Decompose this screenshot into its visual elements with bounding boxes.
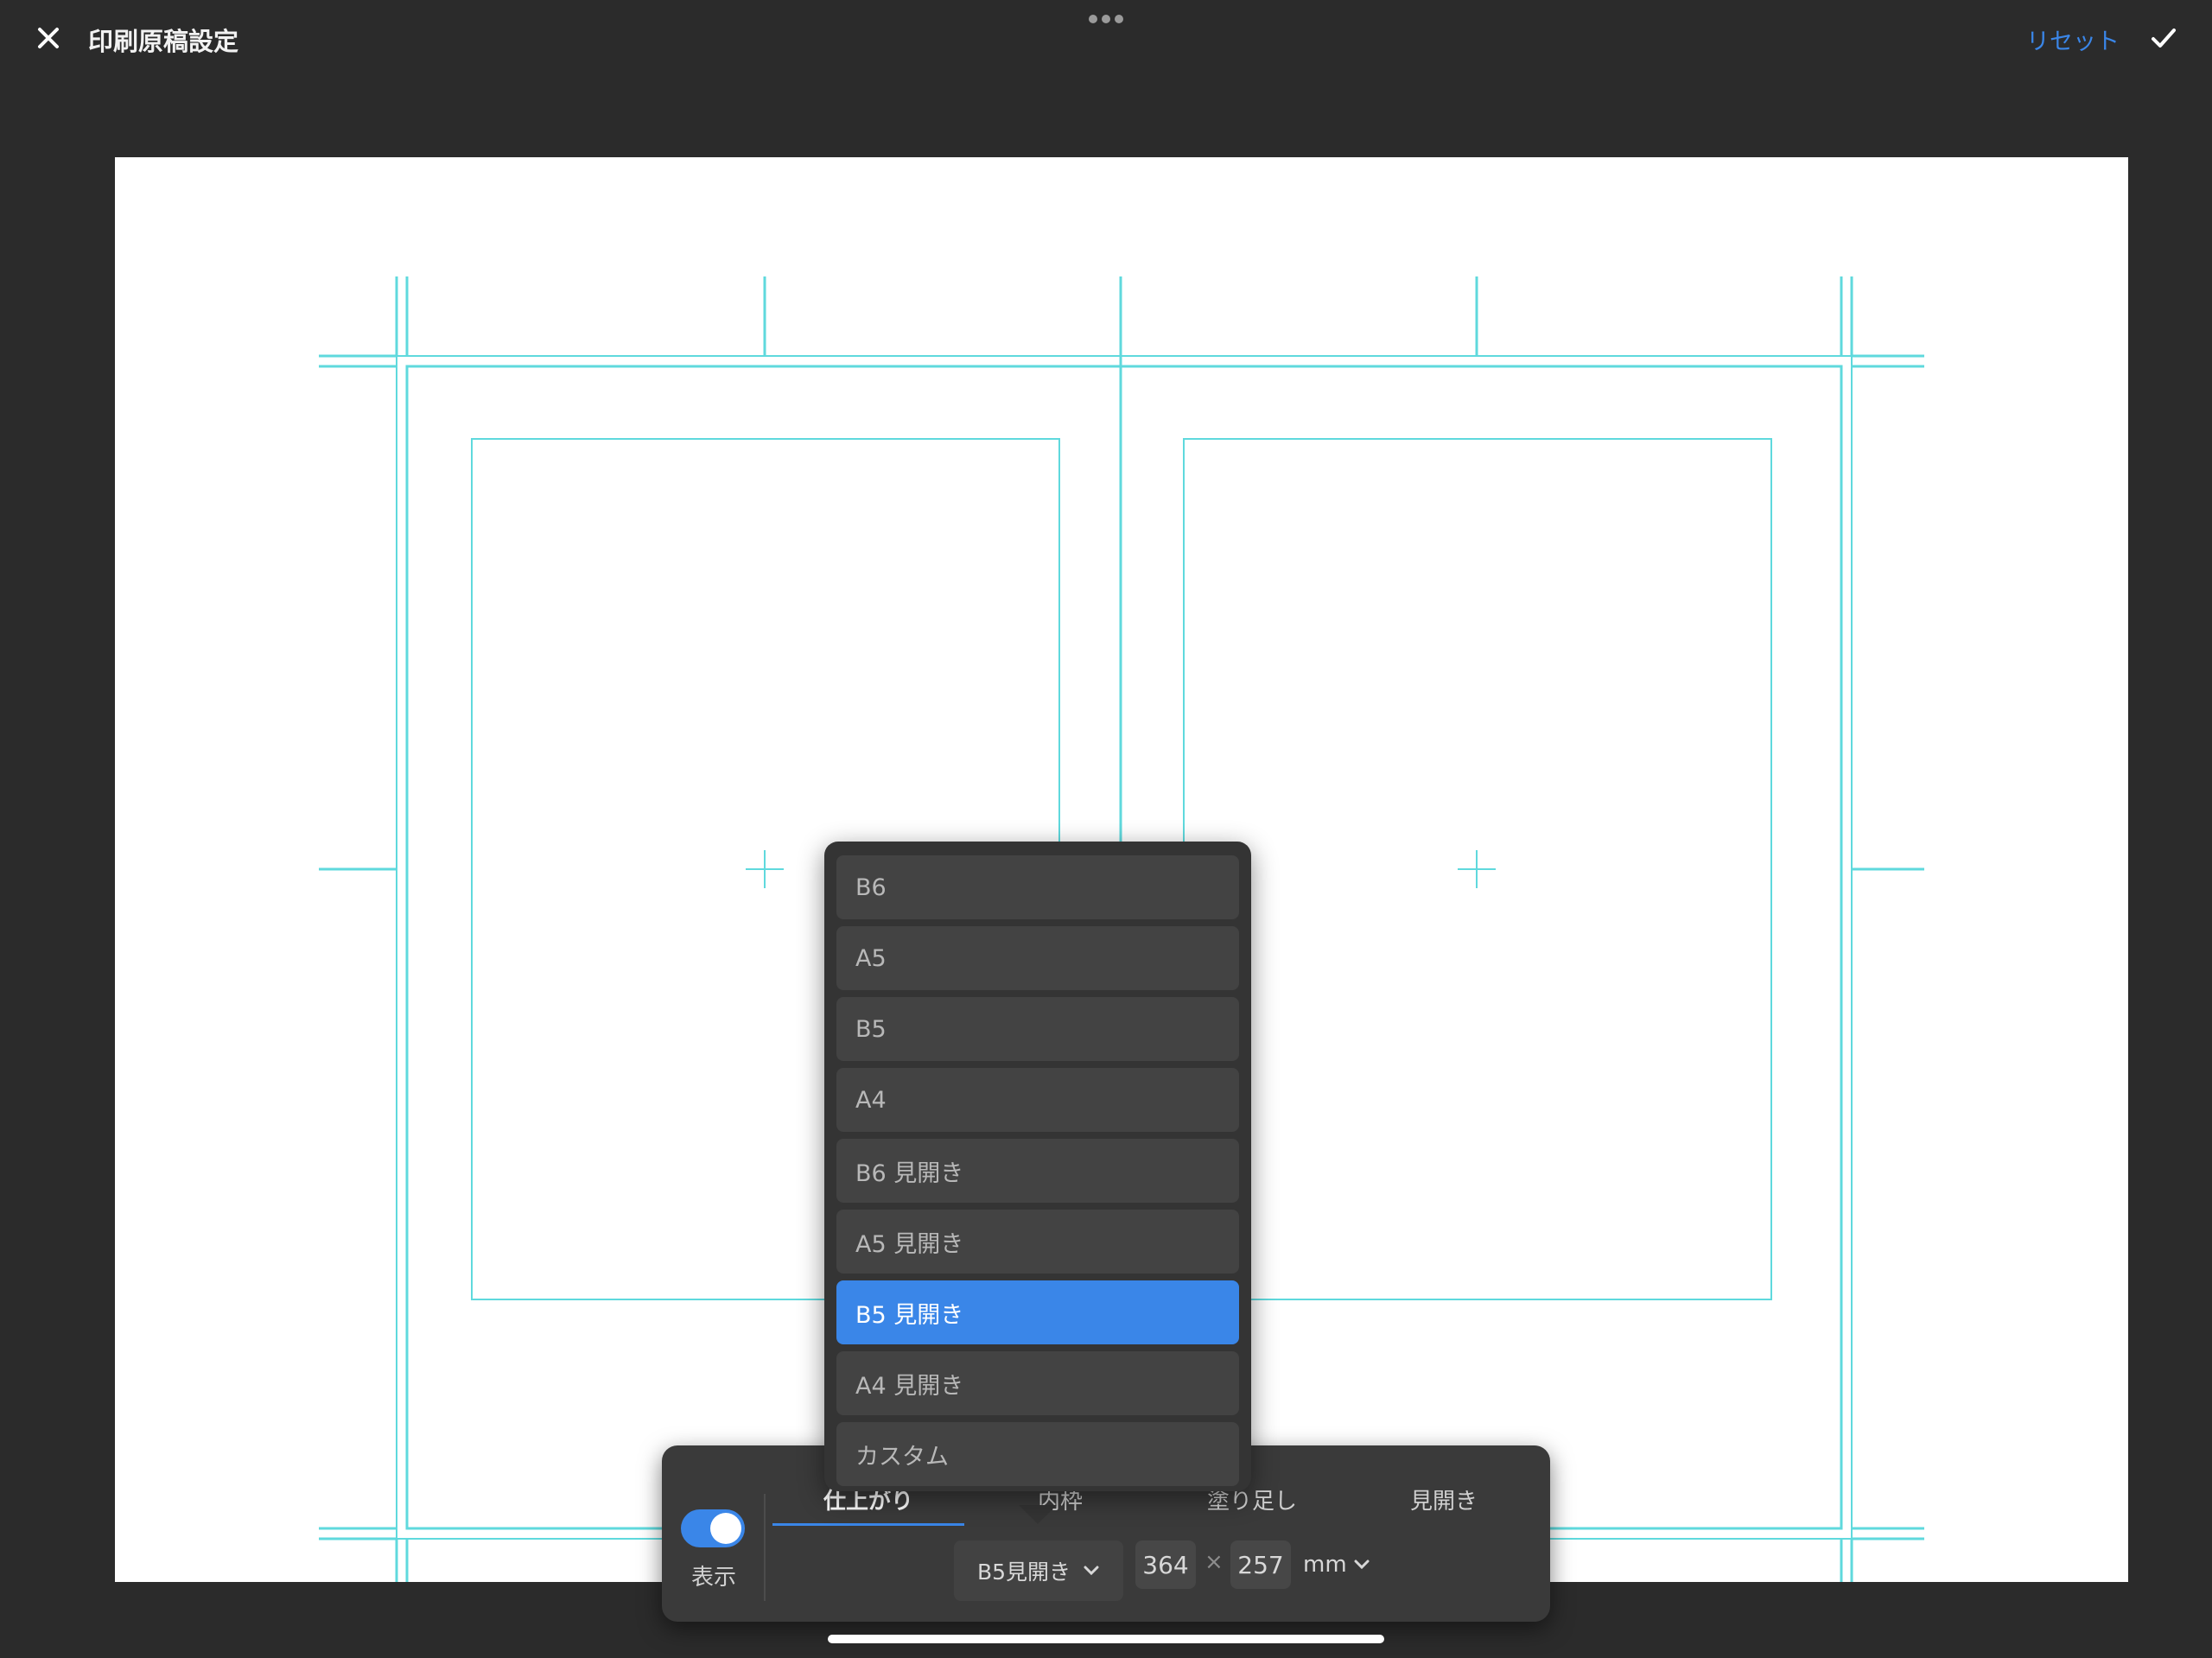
panel-divider (764, 1494, 766, 1601)
width-field[interactable]: 364 (1135, 1540, 1196, 1589)
size-preset-select[interactable]: B5見開き (954, 1540, 1123, 1601)
confirm-button[interactable] (2146, 21, 2181, 55)
menu-item-a4-spread[interactable]: A4 見開き (836, 1351, 1239, 1415)
times-sign: × (1205, 1549, 1224, 1575)
menu-item-b6[interactable]: B6 (836, 855, 1239, 919)
menu-item-a5[interactable]: A5 (836, 926, 1239, 990)
display-toggle[interactable] (681, 1509, 745, 1547)
close-button[interactable] (29, 19, 67, 57)
more-dots-icon[interactable] (1087, 12, 1125, 26)
menu-item-b6-spread[interactable]: B6 見開き (836, 1139, 1239, 1203)
menu-item-b5-spread[interactable]: B5 見開き (836, 1280, 1239, 1344)
checkmark-icon (2152, 29, 2176, 48)
chevron-down-icon (1354, 1560, 1370, 1570)
menu-item-a5-spread[interactable]: A5 見開き (836, 1210, 1239, 1274)
top-bar: 印刷原稿設定 リセット (0, 0, 2212, 86)
chevron-down-icon (1084, 1566, 1099, 1576)
unit-select[interactable]: mm (1303, 1544, 1370, 1585)
page-title: 印刷原稿設定 (88, 27, 239, 56)
unit-value: mm (1303, 1552, 1347, 1578)
menu-item-custom[interactable]: カスタム (836, 1422, 1239, 1486)
height-field[interactable]: 257 (1230, 1540, 1291, 1589)
size-preset-list: B6 A5 B5 A4 B6 見開き A5 見開き B5 見開き A4 見開き … (836, 855, 1239, 1493)
toggle-knob (710, 1513, 741, 1544)
tab-spread[interactable]: 見開き (1348, 1480, 1540, 1523)
reset-button[interactable]: リセット (2026, 22, 2120, 56)
size-preset-dropdown: B6 A5 B5 A4 B6 見開き A5 見開き B5 見開き A4 見開き … (824, 842, 1251, 1491)
menu-item-a4[interactable]: A4 (836, 1068, 1239, 1132)
close-icon (38, 28, 59, 48)
display-toggle-label: 表示 (691, 1565, 737, 1591)
popup-pointer (1019, 1505, 1057, 1524)
menu-item-b5[interactable]: B5 (836, 997, 1239, 1061)
home-indicator[interactable] (828, 1635, 1384, 1643)
size-preset-value: B5見開き (976, 1560, 1071, 1585)
